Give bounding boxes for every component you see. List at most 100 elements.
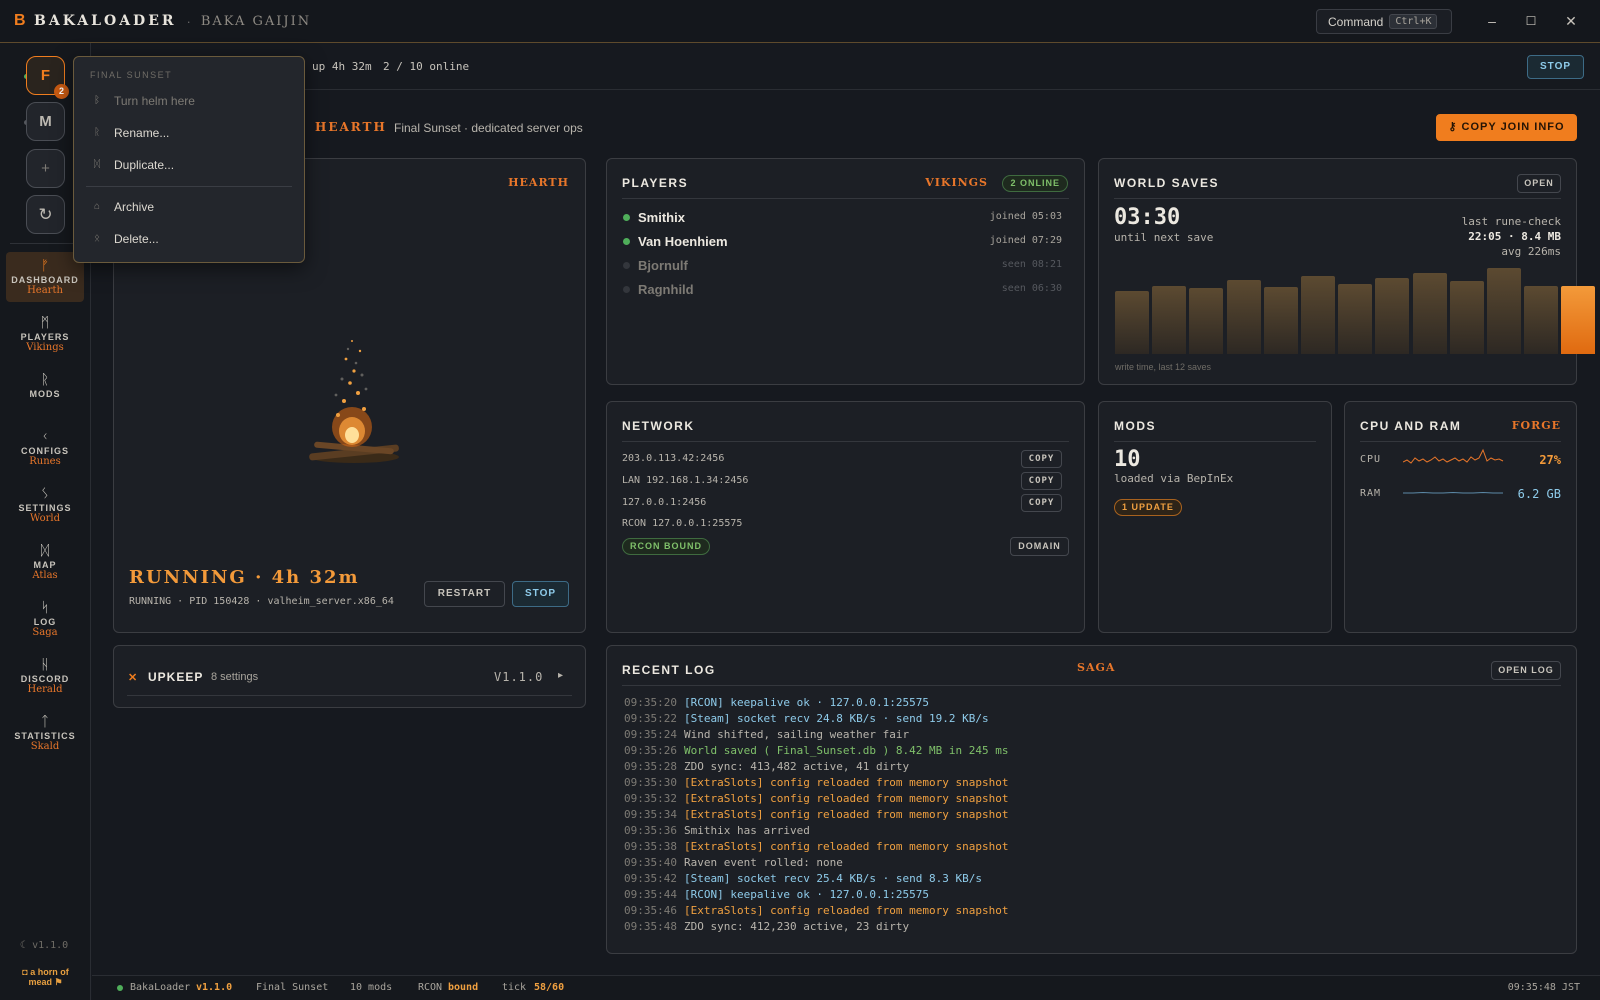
menu-item-duplicate[interactable]: ᛞ Duplicate... bbox=[86, 154, 294, 178]
log-timestamp: 09:35:38 bbox=[624, 840, 677, 853]
close-icon[interactable]: ✕ bbox=[1562, 12, 1580, 30]
log-timestamp: 09:35:46 bbox=[624, 904, 677, 917]
command-palette-button[interactable]: Command Ctrl+K bbox=[1316, 9, 1452, 34]
nav-configs[interactable]: ᚲ CONFIGS Runes bbox=[6, 423, 84, 473]
stop-button[interactable]: STOP bbox=[512, 581, 569, 607]
save-bar bbox=[1412, 273, 1447, 354]
server-m-button[interactable]: M bbox=[26, 102, 65, 141]
upkeep-version: V1.1.0 bbox=[494, 670, 544, 684]
address-row: 127.0.0.1:2456 COPY bbox=[622, 494, 1062, 519]
ram-value: 6.2 GB bbox=[1517, 487, 1561, 501]
nav-players[interactable]: ᛗ PLAYERS Vikings bbox=[6, 309, 84, 359]
nav-sublabel: Herald bbox=[27, 684, 63, 695]
rcon-bound-badge: RCON BOUND bbox=[622, 538, 710, 555]
player-row[interactable]: Bjornulf seen 08:21 bbox=[622, 256, 1062, 278]
log-message: [ExtraSlots] config reloaded from memory… bbox=[683, 792, 1009, 805]
app-subtitle: BAKA GAIJIN bbox=[200, 13, 312, 29]
address-row: LAN 192.168.1.34:2456 COPY bbox=[622, 472, 1062, 497]
hearth-tag: HEARTH bbox=[508, 176, 569, 189]
player-row[interactable]: Van Hoenhiem joined 07:29 bbox=[622, 232, 1062, 254]
saga-tag: SAGA bbox=[1077, 661, 1116, 674]
recent-log-title: RECENT LOG bbox=[622, 663, 716, 677]
divider bbox=[622, 198, 1069, 199]
divider bbox=[622, 685, 1561, 686]
chart-caption: write time, last 12 saves bbox=[1115, 362, 1212, 372]
upkeep-panel[interactable]: ✕ UPKEEP 8 settings V1.1.0 ▸ bbox=[113, 645, 586, 708]
save-countdown: 03:30 bbox=[1114, 205, 1181, 230]
status-app-name: BakaLoader bbox=[130, 982, 191, 993]
stop-server-button[interactable]: STOP bbox=[1527, 55, 1584, 79]
refresh-icon[interactable]: ↻ bbox=[26, 195, 65, 234]
settings-rune-icon: ᛊ bbox=[40, 485, 50, 501]
nav-settings[interactable]: ᛊ SETTINGS World bbox=[6, 480, 84, 530]
nav-label: MODS bbox=[29, 389, 61, 399]
nav-statistics[interactable]: ᛏ STATISTICS Skald bbox=[6, 708, 84, 758]
ram-sparkline bbox=[1403, 491, 1503, 494]
mods-card: MODS 10 loaded via BepInEx 1 UPDATE bbox=[1098, 401, 1332, 633]
add-server-icon[interactable]: + bbox=[26, 149, 65, 188]
copy-join-info-button[interactable]: ⚷ COPY JOIN INFO bbox=[1436, 114, 1577, 141]
open-log-button[interactable]: OPEN LOG bbox=[1491, 661, 1561, 680]
players-card: PLAYERS VIKINGS 2 ONLINE Smithix joined … bbox=[606, 158, 1085, 385]
nav-mods[interactable]: ᚱ MODS bbox=[6, 366, 84, 416]
domain-button[interactable]: DOMAIN bbox=[1010, 537, 1069, 556]
restart-button[interactable]: RESTART bbox=[424, 581, 505, 607]
copy-button[interactable]: COPY bbox=[1021, 472, 1062, 490]
save-bar bbox=[1263, 287, 1298, 354]
nav-discord[interactable]: ᚺ DISCORD Herald bbox=[6, 651, 84, 701]
countdown-label: until next save bbox=[1114, 231, 1214, 244]
log-line: 09:35:26 World saved ( Final_Sunset.db ) … bbox=[624, 744, 1009, 760]
status-rcon-state: bound bbox=[448, 982, 479, 993]
copy-button[interactable]: COPY bbox=[1021, 494, 1062, 512]
players-tag: VIKINGS bbox=[925, 176, 988, 189]
nav-log[interactable]: ᛋ LOG Saga bbox=[6, 594, 84, 644]
menu-item-delete[interactable]: ᛟ Delete... bbox=[86, 228, 294, 252]
status-rcon-label: RCON bbox=[418, 982, 443, 993]
world-saves-card: WORLD SAVES OPEN 03:30 until next save l… bbox=[1098, 158, 1596, 385]
address: 127.0.0.1:2456 bbox=[622, 497, 707, 508]
section-title: HEARTH bbox=[315, 120, 387, 134]
log-message: Raven event rolled: none bbox=[683, 856, 843, 869]
player-row[interactable]: Ragnhild seen 06:30 bbox=[622, 280, 1062, 302]
status-mods: 10 mods bbox=[350, 982, 393, 993]
nav-label: MAP bbox=[33, 560, 57, 570]
menu-item-archive[interactable]: ⌂ Archive bbox=[86, 196, 294, 220]
log-message: World saved ( Final_Sunset.db ) 8.42 MB … bbox=[683, 744, 1009, 757]
nav-map[interactable]: ᛞ MAP Atlas bbox=[6, 537, 84, 587]
upkeep-title: UPKEEP bbox=[148, 670, 204, 684]
title-bar: B BAKALOADER · BAKA GAIJIN Command Ctrl+… bbox=[0, 0, 1600, 43]
expand-arrow-icon[interactable]: ▸ bbox=[558, 670, 563, 681]
minimize-icon[interactable]: – bbox=[1483, 12, 1501, 30]
copy-button[interactable]: COPY bbox=[1021, 450, 1062, 468]
nav-sublabel: Atlas bbox=[32, 570, 58, 581]
open-saves-button[interactable]: OPEN bbox=[1517, 174, 1561, 193]
save-bar bbox=[1226, 280, 1261, 354]
menu-item-rename[interactable]: ᚱ Rename... bbox=[86, 122, 294, 146]
log-timestamp: 09:35:22 bbox=[624, 712, 677, 725]
save-bar bbox=[1152, 286, 1187, 354]
save-time-chart bbox=[1115, 264, 1596, 354]
nav-label: DASHBOARD bbox=[11, 275, 79, 285]
cpu-label: CPU bbox=[1360, 454, 1382, 465]
status-bar: BakaLoader v1.1.0 Final Sunset 10 mods R… bbox=[92, 975, 1600, 1000]
log-line: 09:35:34 [ExtraSlots] config reloaded fro… bbox=[624, 808, 1009, 824]
player-time: seen 08:21 bbox=[1001, 259, 1062, 270]
server-badge: 2 bbox=[54, 84, 69, 99]
log-rune-icon: ᛋ bbox=[40, 599, 50, 615]
recent-log-card: RECENT LOG SAGA OPEN LOG 09:35:20 [RCON] … bbox=[606, 645, 1577, 954]
log-line: 09:35:28 ZDO sync: 413,482 active, 41 dir… bbox=[624, 760, 909, 776]
log-message: [ExtraSlots] config reloaded from memory… bbox=[683, 808, 1009, 821]
nav-label: STATISTICS bbox=[14, 731, 76, 741]
maximize-icon[interactable]: ☐ bbox=[1522, 12, 1540, 30]
section-description: Final Sunset · dedicated server ops bbox=[394, 121, 583, 135]
log-message: [ExtraSlots] config reloaded from memory… bbox=[683, 840, 1009, 853]
nav-dashboard[interactable]: ᚠ DASHBOARD Hearth bbox=[6, 252, 84, 302]
log-line: 09:35:42 [Steam] socket recv 25.4 KB/s · … bbox=[624, 872, 982, 888]
update-badge[interactable]: 1 UPDATE bbox=[1114, 499, 1182, 516]
player-row[interactable]: Smithix joined 05:03 bbox=[622, 208, 1062, 230]
log-message: [Steam] socket recv 25.4 KB/s · send 8.3… bbox=[683, 872, 982, 885]
cpu-value: 27% bbox=[1539, 453, 1561, 467]
statistics-rune-icon: ᛏ bbox=[40, 713, 50, 729]
online-dot bbox=[623, 238, 630, 245]
network-card: NETWORK 203.0.113.42:2456 COPY LAN 192.1… bbox=[606, 401, 1085, 633]
